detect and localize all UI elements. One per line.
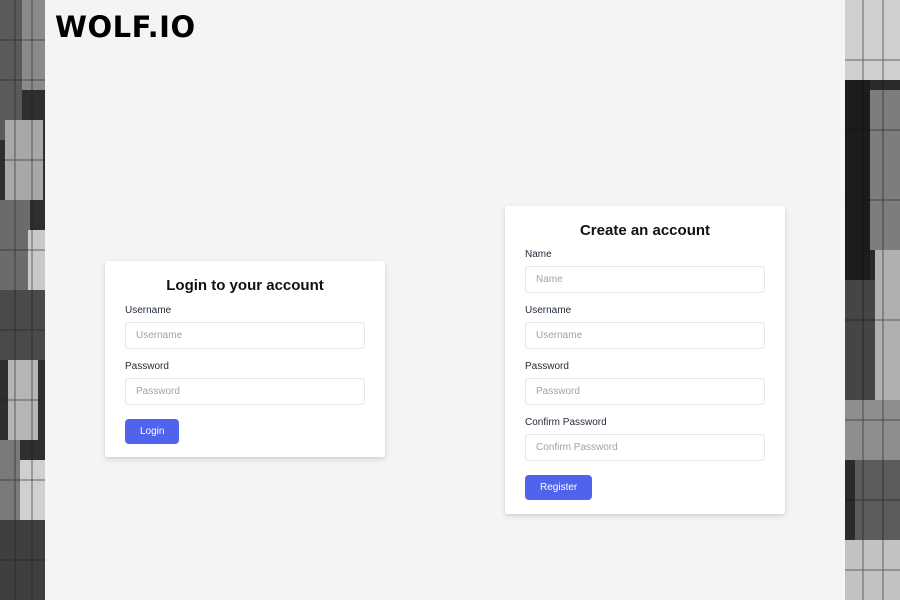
login-password-input[interactable] bbox=[125, 378, 365, 405]
login-password-label: Password bbox=[125, 361, 169, 372]
register-password-input[interactable] bbox=[525, 378, 765, 405]
city-photo-left-graphic bbox=[0, 0, 45, 600]
city-photo-right-graphic bbox=[845, 0, 900, 600]
register-name-input[interactable] bbox=[525, 266, 765, 293]
login-username-label: Username bbox=[125, 305, 172, 316]
register-password-label: Password bbox=[525, 361, 569, 372]
login-button[interactable]: Login bbox=[125, 419, 180, 444]
register-button[interactable]: Register bbox=[525, 475, 593, 500]
background-city-photo-left bbox=[0, 0, 45, 600]
register-title: Create an account bbox=[579, 222, 711, 239]
register-card: Create an account Name Username Password… bbox=[505, 206, 785, 514]
main-panel: WOLF.IO Login to your account Username P… bbox=[45, 0, 845, 600]
register-username-input[interactable] bbox=[525, 322, 765, 349]
background-city-photo-right bbox=[845, 0, 900, 600]
register-username-label: Username bbox=[525, 305, 572, 316]
login-title: Login to your account bbox=[166, 277, 324, 294]
login-username-input[interactable] bbox=[125, 322, 365, 349]
register-name-label: Name bbox=[525, 249, 552, 260]
login-card: Login to your account Username Password … bbox=[105, 261, 385, 457]
register-confirm-password-label: Confirm Password bbox=[525, 417, 607, 428]
brand-logo[interactable]: WOLF.IO bbox=[55, 10, 196, 44]
register-confirm-password-input[interactable] bbox=[525, 434, 765, 461]
